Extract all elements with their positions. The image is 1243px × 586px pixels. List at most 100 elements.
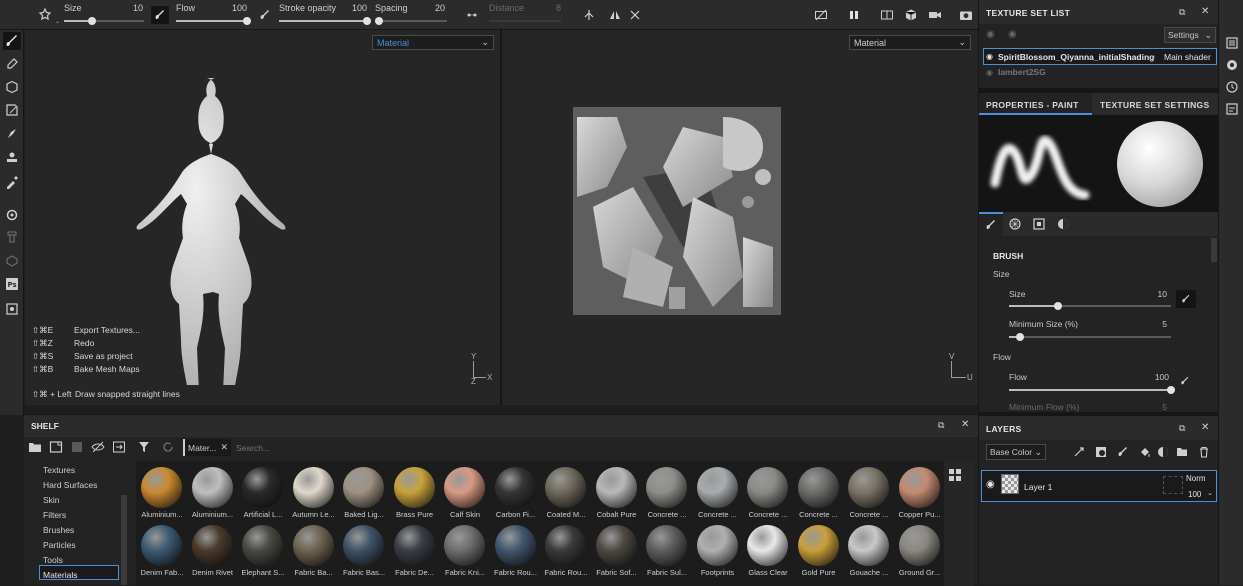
camera-icon[interactable] bbox=[926, 6, 944, 24]
material-tile[interactable]: Glass Clear bbox=[743, 525, 791, 579]
layer-opacity[interactable]: 100 bbox=[1188, 490, 1201, 499]
brush-alignment-icon[interactable] bbox=[580, 6, 598, 24]
import-icon[interactable] bbox=[112, 441, 128, 455]
material-tile[interactable]: Brass Pure bbox=[390, 467, 438, 521]
layer-name[interactable]: Layer 1 bbox=[1024, 482, 1052, 492]
chevron-down-icon[interactable]: ⌄ bbox=[1207, 489, 1213, 497]
stencil-tab-icon[interactable] bbox=[1033, 218, 1045, 230]
lazy-mouse-icon[interactable] bbox=[463, 6, 481, 24]
min-flow-value[interactable]: 5 bbox=[1147, 402, 1167, 412]
material-tile[interactable]: Concrete ... bbox=[794, 467, 842, 521]
maximize-icon[interactable]: ⧉ bbox=[1179, 423, 1185, 434]
eraser-icon[interactable] bbox=[3, 54, 21, 72]
layer-blend-mode[interactable]: Norm bbox=[1186, 474, 1206, 483]
symmetry-icon[interactable] bbox=[606, 6, 624, 24]
material-tile[interactable]: Fabric Sul... bbox=[642, 525, 690, 579]
category-scrollbar[interactable] bbox=[121, 495, 127, 585]
material-tile[interactable]: Baked Lig... bbox=[339, 467, 387, 521]
size-pressure-icon[interactable] bbox=[1176, 290, 1196, 308]
uv-texture-preview[interactable] bbox=[573, 107, 781, 315]
channel-dropdown[interactable]: Base Color ⌄ bbox=[986, 444, 1046, 460]
min-size-value[interactable]: 5 bbox=[1147, 319, 1167, 329]
material-tile[interactable]: Denim Fab... bbox=[137, 525, 185, 579]
shelf-search-input[interactable] bbox=[236, 439, 936, 456]
close-icon[interactable]: ✕ bbox=[1201, 6, 1209, 17]
save-icon[interactable] bbox=[70, 441, 86, 455]
texture-set-shader[interactable]: Main shader bbox=[1164, 52, 1211, 62]
brush-settings-icon[interactable] bbox=[36, 6, 54, 24]
viewport-2d-mode-dropdown[interactable]: Material ⌄ bbox=[849, 35, 971, 50]
maximize-icon[interactable]: ⧉ bbox=[938, 420, 944, 431]
add-paint-layer-icon[interactable] bbox=[1117, 446, 1131, 460]
category-tools[interactable]: Tools bbox=[43, 555, 63, 565]
material-tile[interactable]: Denim Rivet bbox=[188, 525, 236, 579]
settings-icon[interactable] bbox=[3, 206, 21, 224]
add-folder-icon[interactable] bbox=[1176, 446, 1190, 460]
cube-icon[interactable] bbox=[902, 6, 920, 24]
material-tile[interactable]: Concrete ... bbox=[844, 467, 892, 521]
category-brushes[interactable]: Brushes bbox=[43, 525, 74, 535]
alpha-tab-icon[interactable] bbox=[1009, 218, 1021, 230]
size-value[interactable]: 10 bbox=[119, 3, 143, 13]
material-tile[interactable]: Concrete ... bbox=[642, 467, 690, 521]
viewport-3d-mode-dropdown[interactable]: Material ⌄ bbox=[372, 35, 494, 50]
category-skin[interactable]: Skin bbox=[43, 495, 60, 505]
material-tile[interactable]: Coated M... bbox=[541, 467, 589, 521]
paint-brush-icon[interactable] bbox=[3, 32, 21, 50]
size-slider[interactable] bbox=[64, 17, 144, 25]
filter-icon[interactable] bbox=[138, 441, 152, 455]
add-smart-material-icon[interactable] bbox=[1157, 446, 1171, 460]
reset-filter-icon[interactable] bbox=[162, 441, 176, 455]
spacing-value[interactable]: 20 bbox=[421, 3, 445, 13]
material-tile[interactable]: Fabric Rou... bbox=[541, 525, 589, 579]
texture-set-settings-dropdown[interactable]: Settings ⌄ bbox=[1164, 27, 1216, 43]
distance-slider[interactable] bbox=[489, 20, 561, 22]
category-materials[interactable]: Materials bbox=[43, 570, 77, 580]
close-icon[interactable]: ✕ bbox=[961, 419, 969, 430]
flow-pressure-icon[interactable] bbox=[256, 6, 274, 24]
distance-value[interactable]: 8 bbox=[537, 3, 561, 13]
delete-icon[interactable] bbox=[1198, 446, 1212, 460]
viewport-2d[interactable]: Material ⌄ V U bbox=[502, 30, 978, 405]
material-tile[interactable]: Cobalt Pure bbox=[592, 467, 640, 521]
material-tile[interactable]: Elephant S... bbox=[238, 525, 286, 579]
close-icon[interactable]: ✕ bbox=[220, 442, 228, 453]
add-fill-layer-icon[interactable] bbox=[1139, 446, 1153, 460]
material-tile[interactable]: Ground Gr... bbox=[895, 525, 943, 579]
material-tile[interactable]: Fabric Rou... bbox=[491, 525, 539, 579]
material-tile[interactable]: Calf Skin bbox=[440, 467, 488, 521]
category-textures[interactable]: Textures bbox=[43, 465, 75, 475]
flow-pressure-icon[interactable] bbox=[1180, 376, 1192, 388]
photoshop-icon[interactable]: Ps bbox=[3, 275, 21, 293]
grid-view-icon[interactable] bbox=[949, 469, 961, 481]
projection-icon[interactable] bbox=[3, 78, 21, 96]
flow-value[interactable]: 100 bbox=[223, 3, 247, 13]
material-tile[interactable]: Fabric Sof... bbox=[592, 525, 640, 579]
material-tile[interactable]: Fabric Ba... bbox=[289, 525, 337, 579]
close-icon[interactable]: ✕ bbox=[1201, 422, 1209, 433]
hide-icon[interactable] bbox=[812, 6, 830, 24]
eye-icon[interactable]: ◉ bbox=[986, 52, 993, 61]
color-picker-icon[interactable] bbox=[3, 173, 21, 191]
clone-stamp-icon[interactable] bbox=[3, 149, 21, 167]
brush-pressure-icon[interactable] bbox=[151, 6, 169, 24]
min-size-slider[interactable] bbox=[1009, 333, 1171, 341]
material-tile[interactable]: Artificial L... bbox=[238, 467, 286, 521]
eye-icon[interactable]: ◉ bbox=[986, 68, 993, 77]
material-tile[interactable]: Carbon Fi... bbox=[491, 467, 539, 521]
texture-set-list-icon[interactable] bbox=[1225, 36, 1239, 50]
material-tile[interactable]: Aluminium... bbox=[188, 467, 236, 521]
symmetry-settings-icon[interactable] bbox=[626, 6, 644, 24]
split-view-icon[interactable] bbox=[878, 6, 896, 24]
polygon-fill-icon[interactable] bbox=[3, 101, 21, 119]
spacing-slider[interactable] bbox=[374, 17, 447, 25]
material-tile[interactable]: Concrete ... bbox=[743, 467, 791, 521]
eye-icon[interactable]: ◉ bbox=[986, 29, 995, 40]
brush-flow-slider[interactable] bbox=[1009, 386, 1175, 394]
display-settings-icon[interactable] bbox=[1225, 58, 1239, 72]
eye-icon[interactable]: ◉ bbox=[1008, 29, 1017, 40]
history-icon[interactable] bbox=[1225, 80, 1239, 94]
material-tile[interactable]: Autumn Le... bbox=[289, 467, 337, 521]
screenshot-icon[interactable] bbox=[957, 6, 975, 24]
brush-flow-value[interactable]: 100 bbox=[1147, 372, 1169, 382]
